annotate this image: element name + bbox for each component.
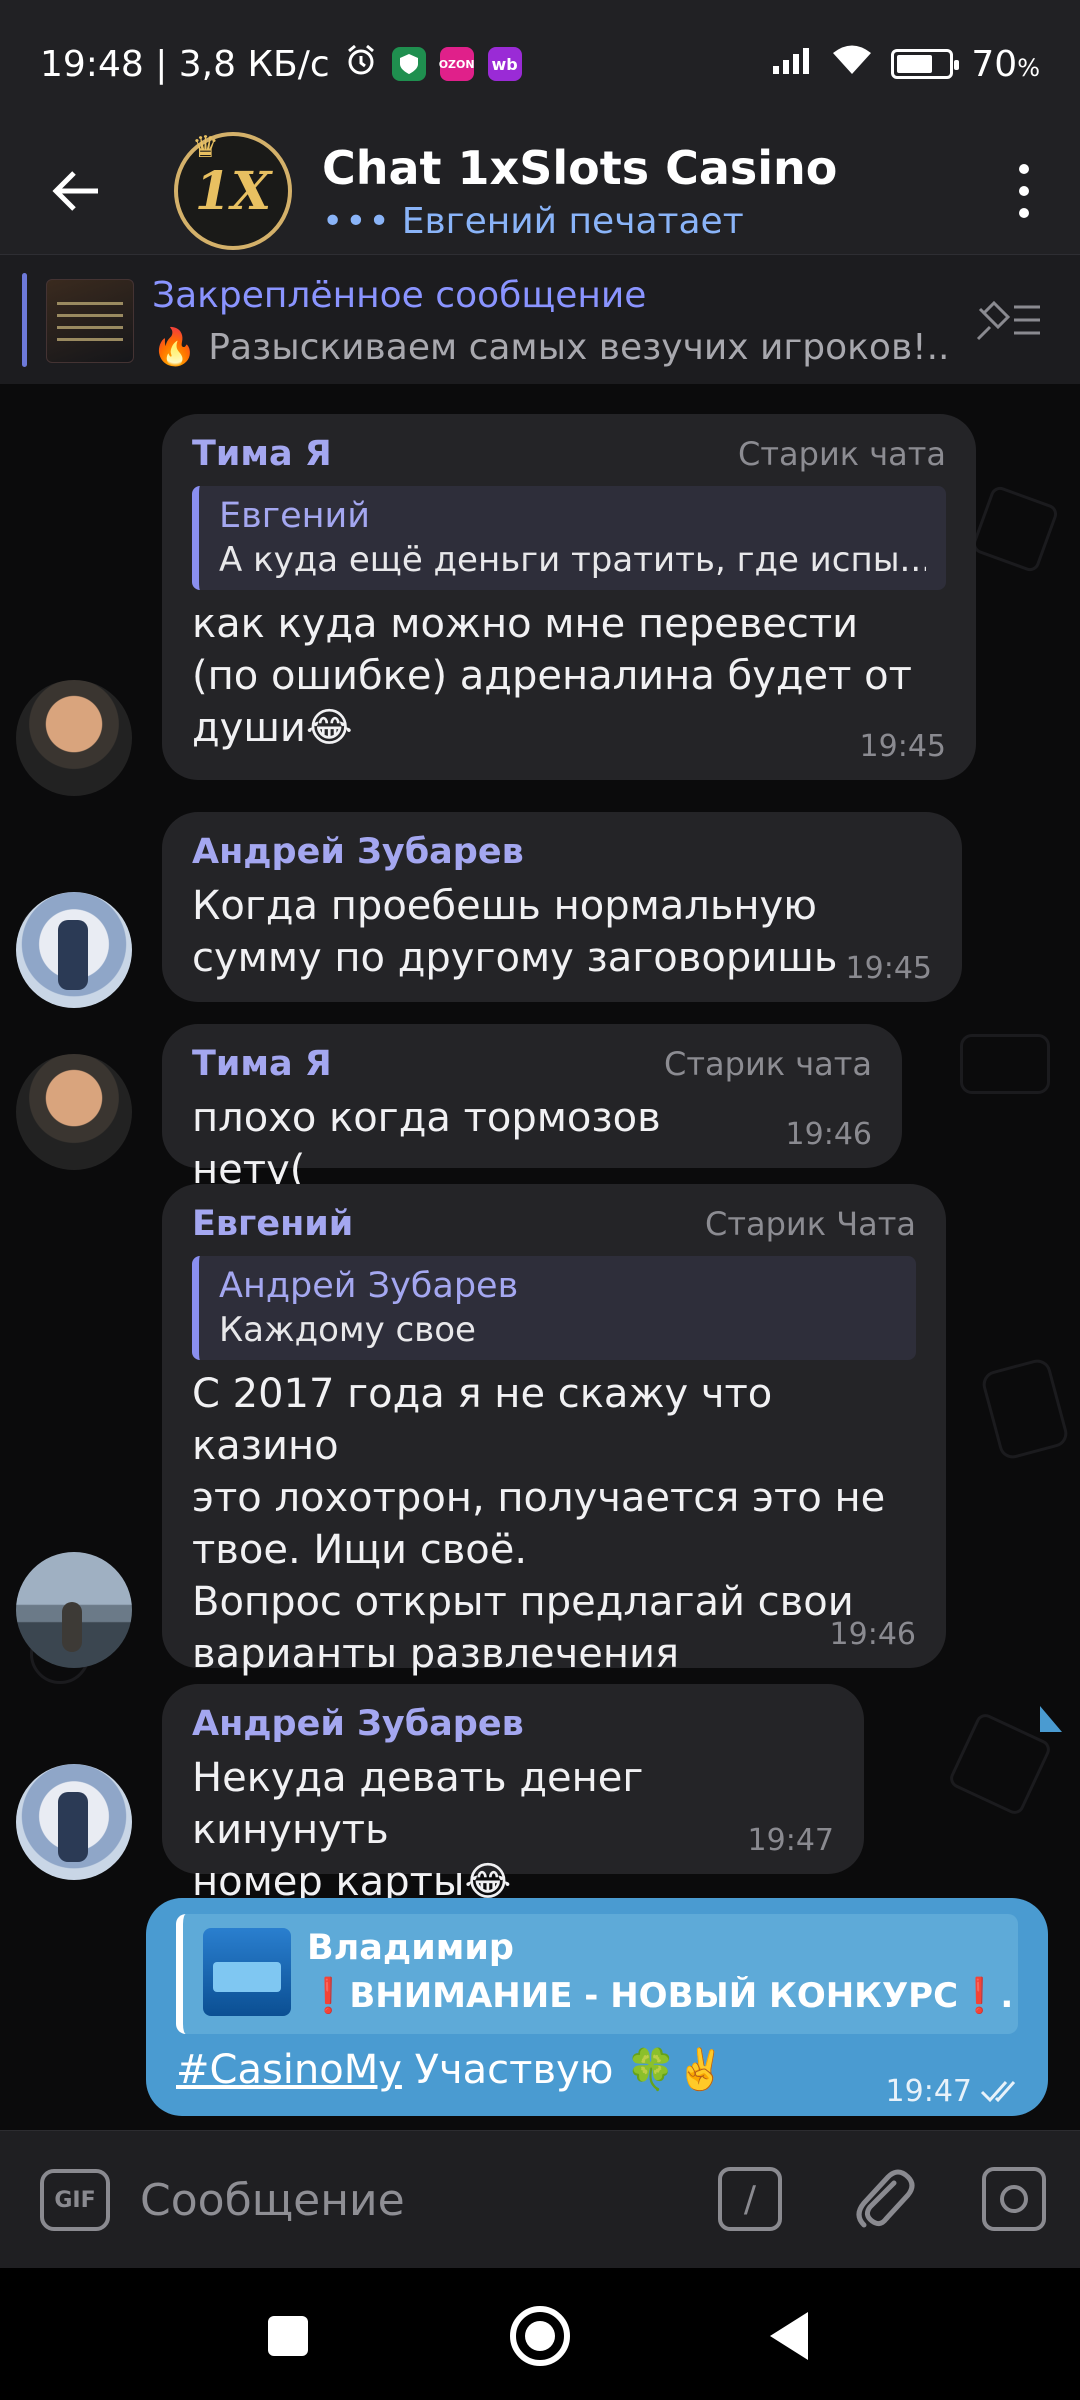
command-icon[interactable]: / (718, 2167, 782, 2231)
avatar[interactable] (16, 1552, 132, 1668)
member-rank: Старик Чата (705, 1205, 916, 1243)
status-right: 70% (771, 44, 1040, 85)
message-bubble[interactable]: Евгений Старик Чата Андрей Зубарев Каждо… (162, 1184, 946, 1677)
quote-sender: Владимир (307, 1928, 514, 1968)
message-time: 19:46 (829, 1617, 916, 1652)
home-icon[interactable] (510, 2306, 570, 2366)
alarm-icon (344, 43, 378, 86)
message-input[interactable] (140, 2161, 660, 2239)
wb-icon: wb (487, 47, 522, 81)
logo-text: 1X (194, 160, 272, 222)
message-time: 19:45 (859, 729, 946, 764)
signal-icon (771, 44, 813, 85)
wifi-icon (831, 44, 873, 85)
battery-fill (897, 55, 933, 73)
message-bubble[interactable]: Андрей Зубарев Некуда девать денег кинун… (162, 1684, 864, 1905)
ozon-icon: OZON (439, 47, 475, 81)
pinned-texts: Закреплённое сообщение 🔥 Разыскиваем сам… (152, 275, 950, 368)
message-input-bar: GIF / (0, 2130, 1080, 2268)
message-time: 19:46 (785, 1117, 872, 1152)
back-button[interactable] (0, 128, 150, 254)
pinned-preview: 🔥 Разыскиваем самых везучих игроков!... (152, 327, 950, 368)
avatar[interactable] (16, 680, 132, 796)
reply-quote[interactable]: Андрей Зубарев Каждому свое (192, 1256, 916, 1360)
reply-quote[interactable]: Евгений А куда ещё деньги тратить, где и… (192, 486, 946, 590)
pinned-thumbnail (46, 279, 134, 363)
quote-sender: Евгений (219, 496, 371, 536)
message-text: плохо когда тормозов нету( (192, 1095, 661, 1193)
pinned-title: Закреплённое сообщение (152, 275, 647, 316)
crown-icon: ♛ (192, 130, 219, 165)
quote-thumbnail (203, 1928, 291, 2016)
battery-percent: 70% (971, 43, 1040, 85)
chat-title-block[interactable]: Chat 1xSlots Casino ••• Евгений печатает (322, 141, 837, 242)
message-text: #CasinoMy Участвую 🍀✌️ (176, 2047, 726, 2093)
read-ticks-icon (980, 2081, 1016, 2103)
background-doodle (946, 1710, 1054, 1818)
battery-icon (891, 49, 960, 79)
typing-dots-icon: ••• (322, 200, 392, 242)
fire-icon: 🔥 (152, 327, 197, 368)
status-time: 19:48 | 3,8 КБ/с (40, 43, 330, 85)
message-time: 19:47 (885, 2074, 972, 2109)
avatar[interactable] (16, 1764, 132, 1880)
message-bubble[interactable]: Тима Я Старик чата Евгений А куда ещё де… (162, 414, 976, 780)
background-doodle (979, 1356, 1071, 1462)
message-sender[interactable]: Тима Я (192, 434, 332, 474)
status-bar: 19:48 | 3,8 КБ/с OZON wb 70% (0, 0, 1080, 128)
quote-text: ❗ВНИМАНИЕ - НОВЫЙ КОНКУРС❗... (307, 1976, 1011, 2016)
message-bubble[interactable]: Тима Я Старик чата плохо когда тормозов … (162, 1024, 902, 1193)
bubble-tail (1040, 1706, 1062, 1732)
avatar[interactable] (16, 892, 132, 1008)
quote-text: Каждому свое (219, 1310, 476, 1350)
chat-area[interactable]: Тима Я Старик чата Евгений А куда ещё де… (0, 384, 1080, 2130)
hashtag-link[interactable]: #CasinoMy (176, 2047, 402, 2093)
message-time: 19:45 (845, 951, 932, 986)
pin-indicator (22, 273, 27, 367)
message-sender[interactable]: Андрей Зубарев (192, 832, 524, 872)
shield-icon (391, 47, 426, 81)
message-sender[interactable]: Андрей Зубарев (192, 1704, 524, 1744)
attach-icon[interactable] (850, 2161, 916, 2237)
background-doodle (960, 1034, 1050, 1094)
own-message-bubble[interactable]: Владимир ❗ВНИМАНИЕ - НОВЫЙ КОНКУРС❗... #… (146, 1898, 1048, 2116)
status-left: 19:48 | 3,8 КБ/с OZON wb (40, 43, 522, 86)
message-text: как куда можно мне перевести (по ошибке)… (192, 601, 912, 751)
chat-title: Chat 1xSlots Casino (322, 140, 838, 195)
reply-quote[interactable]: Владимир ❗ВНИМАНИЕ - НОВЫЙ КОНКУРС❗... (176, 1914, 1018, 2034)
message-text: С 2017 года я не скажу что казино это ло… (192, 1371, 886, 1677)
message-sender[interactable]: Тима Я (192, 1044, 332, 1084)
typing-status: ••• Евгений печатает (322, 200, 744, 242)
quote-text: А куда ещё деньги тратить, где испы... (219, 540, 926, 580)
gif-icon[interactable]: GIF (40, 2169, 110, 2231)
pin-list-icon[interactable] (974, 297, 1044, 343)
camera-icon[interactable] (982, 2167, 1046, 2231)
pinned-message-bar[interactable]: Закреплённое сообщение 🔥 Разыскиваем сам… (0, 254, 1080, 384)
chat-header: ♛ 1X Chat 1xSlots Casino ••• Евгений печа… (0, 128, 1080, 254)
message-time: 19:47 (747, 1823, 834, 1858)
message-sender[interactable]: Евгений (192, 1204, 353, 1244)
avatar[interactable] (16, 1054, 132, 1170)
recents-icon[interactable] (268, 2316, 308, 2356)
quote-sender: Андрей Зубарев (219, 1266, 519, 1306)
chat-avatar[interactable]: ♛ 1X (174, 130, 292, 250)
system-nav-bar (0, 2268, 1080, 2400)
member-rank: Старик чата (738, 435, 946, 473)
more-vert-icon[interactable] (1004, 158, 1044, 224)
background-doodle (970, 484, 1060, 574)
nav-back-icon[interactable] (770, 2312, 808, 2360)
message-bubble[interactable]: Андрей Зубарев Когда проебешь нормальную… (162, 812, 962, 1002)
message-text: Когда проебешь нормальную сумму по друго… (192, 883, 838, 981)
member-rank: Старик чата (664, 1045, 872, 1083)
message-text: Некуда девать денег кинунуть номер карты… (192, 1755, 644, 1905)
back-arrow-icon (52, 171, 98, 211)
